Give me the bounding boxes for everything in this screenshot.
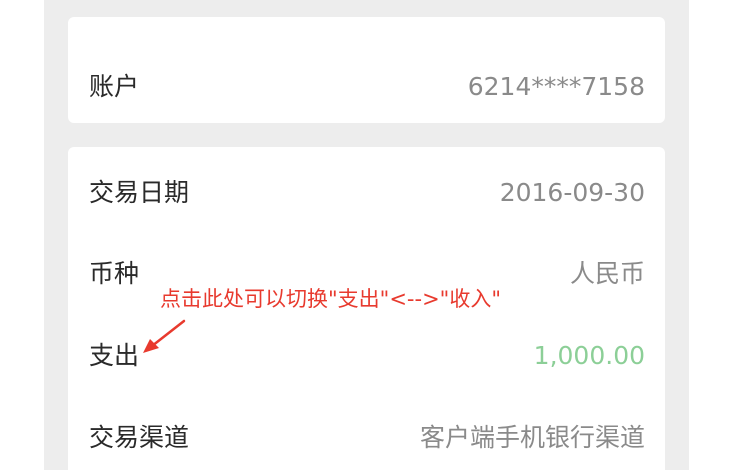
account-card: 账户 6214****7158 xyxy=(68,17,665,123)
expense-income-toggle[interactable]: 支出 xyxy=(89,336,139,376)
transaction-channel-value: 客户端手机银行渠道 xyxy=(419,423,645,452)
transaction-channel-label: 交易渠道 xyxy=(89,423,190,452)
currency-label: 币种 xyxy=(89,259,140,288)
transaction-channel-row: 交易渠道 客户端手机银行渠道 xyxy=(68,418,665,458)
currency-value: 人民币 xyxy=(569,259,645,288)
account-number: 6214****7158 xyxy=(467,72,645,101)
transaction-date-label: 交易日期 xyxy=(89,178,190,207)
transaction-date-row: 交易日期 2016-09-30 xyxy=(68,173,665,213)
annotation-arrow-icon xyxy=(143,319,186,353)
account-label: 账户 xyxy=(89,72,140,101)
amount-value: 1,000.00 xyxy=(533,341,645,370)
account-row: 账户 6214****7158 xyxy=(68,67,665,107)
annotation-text: 点击此处可以切换"支出"<-->"收入" xyxy=(160,287,501,311)
transaction-date-value: 2016-09-30 xyxy=(499,178,645,207)
transaction-detail-screen: 账户 6214****7158 交易日期 2016-09-30 币种 人民币 支… xyxy=(44,0,689,470)
